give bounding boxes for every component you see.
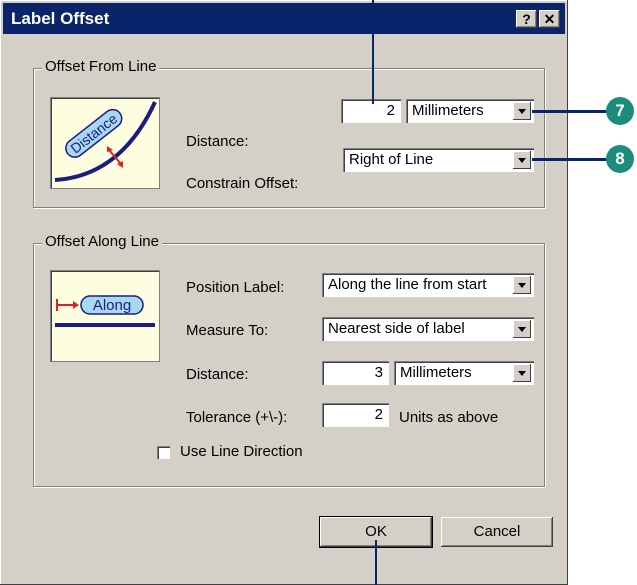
offset-from-line-label: Offset From Line bbox=[42, 58, 160, 75]
distance-unit-select[interactable]: Millimeters bbox=[406, 99, 534, 123]
measure-to-label: Measure To: bbox=[186, 322, 269, 339]
callout-line-bottom bbox=[375, 540, 377, 585]
illustration-along-text: Along bbox=[93, 297, 131, 314]
close-button[interactable]: ✕ bbox=[539, 10, 560, 28]
along-distance-unit-value: Millimeters bbox=[400, 364, 472, 381]
along-diagram: Along bbox=[55, 295, 155, 327]
chevron-down-icon[interactable] bbox=[513, 102, 531, 120]
title-bar: Label Offset ? ✕ bbox=[3, 3, 565, 34]
distance-value: 2 bbox=[386, 102, 395, 119]
along-distance-input[interactable]: 3 bbox=[322, 361, 389, 385]
callout-7-badge: 7 bbox=[606, 97, 634, 125]
along-arrow-head bbox=[73, 301, 79, 309]
use-line-direction-checkbox[interactable] bbox=[157, 446, 170, 459]
tolerance-input[interactable]: 2 bbox=[322, 403, 389, 427]
along-illustration: Along bbox=[50, 270, 160, 362]
position-label-select[interactable]: Along the line from start bbox=[322, 273, 534, 297]
callout-line-top bbox=[372, 0, 374, 104]
distance-illustration: Distance bbox=[50, 97, 160, 189]
tolerance-label: Tolerance (+\-): bbox=[186, 409, 288, 426]
callout-line-7 bbox=[532, 110, 612, 113]
along-distance-label: Distance: bbox=[186, 366, 249, 383]
measure-to-select[interactable]: Nearest side of label bbox=[322, 317, 534, 341]
help-button[interactable]: ? bbox=[516, 10, 537, 28]
distance-diagram: Distance bbox=[54, 101, 157, 182]
position-label-label: Position Label: bbox=[186, 279, 285, 296]
tolerance-value: 2 bbox=[374, 406, 383, 423]
offset-along-line-label: Offset Along Line bbox=[42, 233, 162, 250]
chevron-down-icon[interactable] bbox=[513, 364, 531, 382]
constrain-offset-select[interactable]: Right of Line bbox=[343, 148, 534, 172]
callout-line-8 bbox=[532, 158, 612, 161]
use-line-direction-label: Use Line Direction bbox=[180, 443, 303, 460]
callout-8-badge: 8 bbox=[606, 145, 634, 173]
constrain-offset-label: Constrain Offset: bbox=[186, 175, 299, 192]
along-distance-value: 3 bbox=[374, 364, 383, 381]
measure-to-value: Nearest side of label bbox=[328, 320, 465, 337]
distance-label: Distance: bbox=[186, 133, 249, 150]
along-distance-unit-select[interactable]: Millimeters bbox=[394, 361, 534, 385]
chevron-down-icon[interactable] bbox=[513, 276, 531, 294]
tolerance-units-label: Units as above bbox=[399, 409, 499, 426]
constrain-offset-value: Right of Line bbox=[349, 151, 434, 168]
dialog-title: Label Offset bbox=[11, 9, 110, 28]
distance-unit-value: Millimeters bbox=[412, 102, 484, 119]
chevron-down-icon[interactable] bbox=[513, 151, 531, 169]
distance-input[interactable]: 2 bbox=[341, 99, 401, 123]
chevron-down-icon[interactable] bbox=[513, 320, 531, 338]
cancel-button[interactable]: Cancel bbox=[441, 517, 553, 547]
label-offset-dialog: Label Offset ? ✕ Offset From Line Distan… bbox=[0, 0, 568, 585]
position-label-value: Along the line from start bbox=[328, 276, 487, 293]
illustration-distance-text: Distance bbox=[67, 110, 120, 156]
